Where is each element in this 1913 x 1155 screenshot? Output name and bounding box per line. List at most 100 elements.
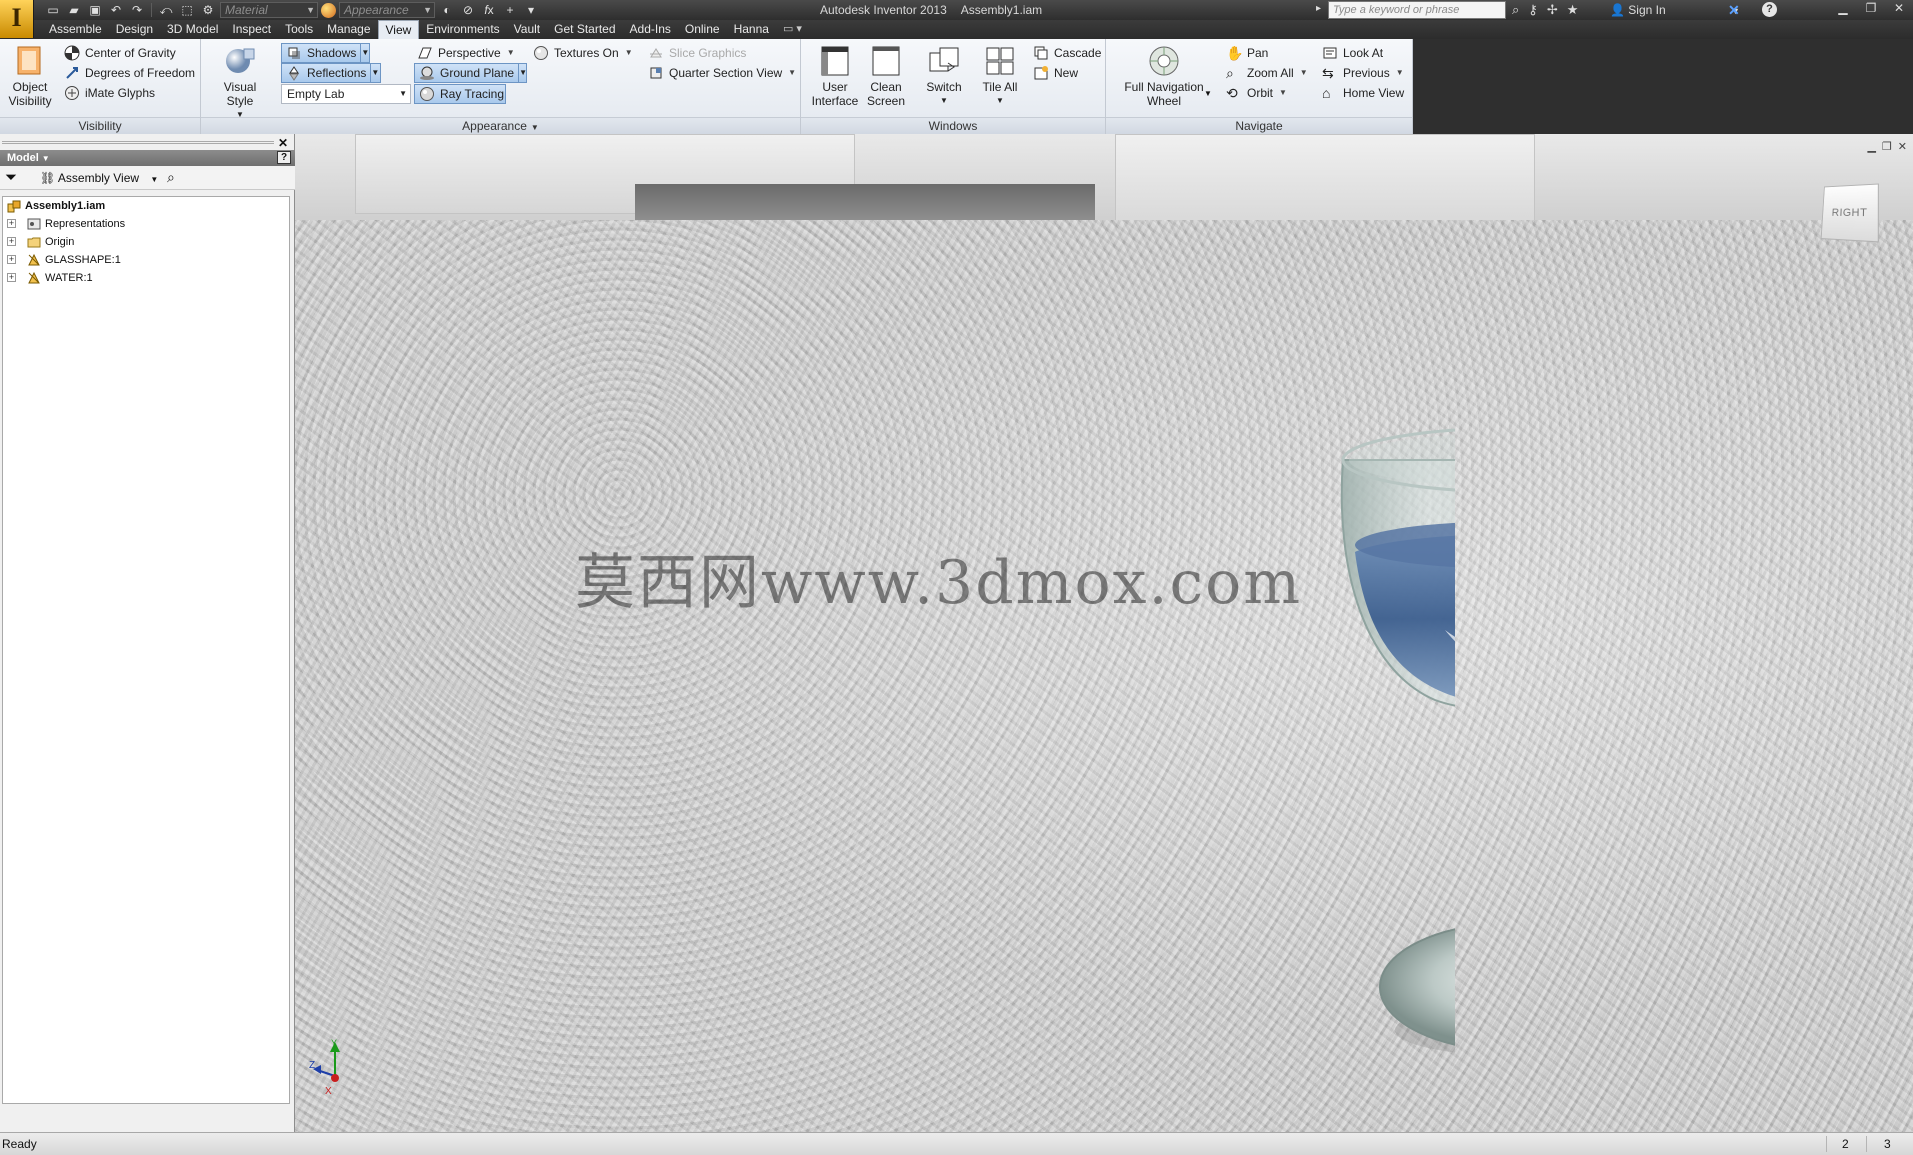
ground-plane-dropdown-icon[interactable]: ▼ (518, 63, 527, 83)
previous-view-button[interactable]: ⇆ Previous ▼ (1322, 63, 1404, 83)
return-icon[interactable]: ⤺ (157, 2, 175, 18)
appearance-combo[interactable]: Appearance ▼ (339, 2, 435, 18)
expand-icon[interactable]: + (7, 273, 16, 282)
wine-glass-model[interactable] (1035, 270, 1455, 1070)
application-menu-button[interactable]: I (0, 0, 34, 38)
tab-tools[interactable]: Tools (278, 20, 320, 39)
degrees-of-freedom-button[interactable]: Degrees of Freedom (64, 63, 195, 83)
cascade-button[interactable]: Cascade (1033, 43, 1101, 63)
chevron-down-icon: ▼ (306, 5, 315, 15)
clear-override-icon[interactable]: ⊘ (459, 2, 477, 18)
close-icon[interactable]: ✕ (1898, 140, 1907, 153)
center-of-gravity-button[interactable]: Center of Gravity (64, 43, 176, 63)
lighting-style-select[interactable]: Empty Lab ▼ (281, 84, 411, 104)
help-icon[interactable]: ? (1762, 2, 1777, 17)
full-navigation-wheel-button[interactable]: Full Navigation Wheel (1112, 45, 1216, 108)
tab-online[interactable]: Online (678, 20, 727, 39)
tab-inspect[interactable]: Inspect (225, 20, 278, 39)
tab-add-ins[interactable]: Add-Ins (623, 20, 678, 39)
look-at-button[interactable]: Look At (1322, 43, 1383, 63)
find-binoculars-icon[interactable]: ⌕ (167, 169, 175, 186)
update-icon[interactable]: ⚙ (199, 2, 217, 18)
redo-icon[interactable]: ↷ (128, 2, 146, 18)
add-icon[interactable]: + (501, 2, 519, 18)
chevron-down-icon[interactable]: ▼ (531, 123, 539, 132)
key-icon[interactable]: ⚷ (1528, 2, 1538, 18)
exchange-apps-icon[interactable]: ✕ (1728, 2, 1740, 19)
textures-on-button[interactable]: Textures On ▼ (533, 43, 633, 63)
shadows-toggle[interactable]: Shadows ▼ (281, 43, 370, 63)
open-folder-icon[interactable]: ▰ (65, 2, 83, 18)
new-file-icon[interactable]: ▭ (44, 2, 62, 18)
ribbon-minimize-toggle[interactable]: ▭ ▾ (776, 20, 809, 39)
orbit-button[interactable]: ⟲ Orbit ▼ (1226, 83, 1287, 103)
chevron-down-icon[interactable]: ▼ (1204, 89, 1212, 98)
perspective-button[interactable]: Perspective ▼ (417, 43, 515, 63)
visual-style-button[interactable]: Visual Style ▼ (209, 45, 271, 122)
star-icon[interactable]: ★ (1567, 2, 1579, 18)
tree-node-glasshape[interactable]: + GLASSHAPE:1 (3, 251, 289, 269)
ray-tracing-toggle[interactable]: Ray Tracing (414, 84, 506, 104)
tab-environments[interactable]: Environments (419, 20, 506, 39)
tree-node-water[interactable]: + WATER:1 (3, 269, 289, 287)
tree-node-assembly[interactable]: Assembly1.iam (3, 197, 289, 215)
tab-get-started[interactable]: Get Started (547, 20, 622, 39)
tab-view[interactable]: View (377, 20, 420, 39)
tab-design[interactable]: Design (109, 20, 160, 39)
minimize-icon[interactable]: ▁ (1829, 0, 1857, 18)
save-icon[interactable]: ▣ (86, 2, 104, 18)
restore-icon[interactable]: ❐ (1882, 140, 1892, 153)
sign-in-button[interactable]: 👤 Sign In ▼ (1610, 3, 1740, 17)
slice-graphics-button[interactable]: Slice Graphics (648, 43, 746, 63)
object-visibility-button[interactable]: Object Visibility (4, 45, 56, 108)
user-interface-button[interactable]: User Interface (807, 45, 863, 108)
ground-plane-toggle[interactable]: Ground Plane ▼ (414, 63, 527, 83)
tree-node-origin[interactable]: + Origin (3, 233, 289, 251)
graphics-viewport[interactable]: ▁ ❐ ✕ RIGHT 莫西网www.3dmox.com Y Z X (295, 134, 1913, 1132)
expand-icon[interactable]: + (7, 255, 16, 264)
expand-icon[interactable]: + (7, 219, 16, 228)
chevron-down-icon: ▼ (506, 48, 515, 57)
tree-node-representations[interactable]: + Representations (3, 215, 289, 233)
chevron-down-icon: ▼ (1279, 88, 1287, 97)
browser-help-icon[interactable]: ? (277, 151, 291, 164)
browser-view-select[interactable]: ⛓ Assembly View ▼ (40, 171, 158, 185)
close-icon[interactable]: ✕ (1885, 0, 1913, 18)
tile-all-button[interactable]: Tile All ▼ (975, 45, 1025, 108)
zoom-all-button[interactable]: ⌕ Zoom All ▼ (1226, 63, 1308, 83)
browser-grip[interactable] (2, 141, 274, 144)
tab-vault[interactable]: Vault (507, 20, 547, 39)
tab-hanna[interactable]: Hanna (727, 20, 776, 39)
reflections-toggle[interactable]: Reflections ▼ (281, 63, 381, 83)
browser-header[interactable]: Model ▼ ? (0, 150, 295, 166)
undo-icon[interactable]: ↶ (107, 2, 125, 18)
clean-screen-button[interactable]: Clean Screen (861, 45, 911, 108)
browser-close-icon[interactable]: ✕ (278, 136, 288, 150)
reflections-dropdown-icon[interactable]: ▼ (370, 63, 379, 83)
tab-3d-model[interactable]: 3D Model (160, 20, 225, 39)
new-window-button[interactable]: New (1033, 63, 1078, 83)
switch-button[interactable]: Switch ▼ (919, 45, 969, 108)
ground-plane-label: Ground Plane (440, 66, 515, 80)
tab-assemble[interactable]: Assemble (42, 20, 109, 39)
material-combo[interactable]: Material ▼ (220, 2, 318, 18)
quarter-section-view-button[interactable]: Quarter Section View ▼ (648, 63, 796, 83)
binoculars-icon[interactable]: ⌕ (1512, 2, 1519, 18)
shadows-dropdown-icon[interactable]: ▼ (360, 43, 369, 63)
select-icon[interactable]: ⬚ (178, 2, 196, 18)
search-input[interactable]: Type a keyword or phrase (1328, 1, 1506, 19)
satellite-icon[interactable]: ✢ (1547, 2, 1558, 18)
tab-manage[interactable]: Manage (320, 20, 377, 39)
pan-button[interactable]: ✋ Pan (1226, 43, 1268, 63)
expand-icon[interactable]: + (7, 237, 16, 246)
restore-icon[interactable]: ❐ (1857, 0, 1885, 18)
expand-search-icon[interactable]: ▸ (1316, 3, 1321, 14)
customize-dropdown-icon[interactable]: ▾ (522, 2, 540, 18)
home-view-button[interactable]: ⌂ Home View (1322, 83, 1404, 103)
minimize-icon[interactable]: ▁ (1867, 140, 1875, 153)
adjust-icon[interactable]: ◐ (438, 2, 456, 18)
fx-parameters-icon[interactable]: fx (480, 2, 498, 18)
filter-icon[interactable]: ⏷ (5, 169, 17, 186)
imate-glyphs-button[interactable]: iMate Glyphs (64, 83, 155, 103)
viewcube[interactable]: RIGHT (1820, 183, 1879, 243)
